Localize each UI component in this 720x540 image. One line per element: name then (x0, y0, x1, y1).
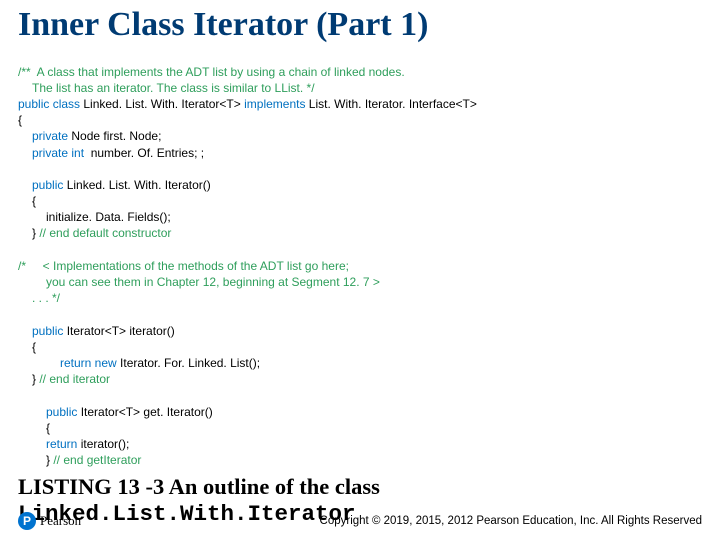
slide-title: Inner Class Iterator (Part 1) (18, 6, 702, 43)
code-text: iterator(); (77, 437, 129, 451)
code-line: public class Linked. List. With. Iterato… (18, 97, 477, 111)
comment-line: . . . */ (18, 290, 60, 306)
keyword: return new (60, 356, 117, 370)
code-text: Node first. Node; (68, 129, 161, 143)
code-text: Linked. List. With. Iterator<T> (80, 97, 244, 111)
logo-text: Pearson (40, 513, 81, 529)
code-text: Linked. List. With. Iterator() (63, 178, 210, 192)
keyword: return (46, 437, 77, 451)
comment-text: // end iterator (39, 372, 110, 386)
code-line: public Linked. List. With. Iterator() (18, 177, 211, 193)
code-line: public Iterator<T> get. Iterator() (18, 404, 213, 420)
code-line: { (18, 113, 22, 127)
keyword: implements (244, 97, 305, 111)
comment-line: /** A class that implements the ADT list… (18, 65, 405, 79)
code-line: { (18, 420, 50, 436)
comment-text: // end getIterator (53, 453, 141, 467)
comment-line: The list has an iterator. The class is s… (18, 80, 315, 96)
code-line: public Iterator<T> iterator() (18, 323, 175, 339)
code-block: /** A class that implements the ADT list… (18, 47, 702, 468)
caption-lead: LISTING 13 -3 An outline of the class (18, 474, 380, 499)
pearson-logo: P Pearson (18, 512, 81, 530)
comment-text: // end default constructor (39, 226, 171, 240)
code-line: initialize. Data. Fields(); (18, 209, 171, 225)
keyword: public (32, 324, 63, 338)
code-text: number. Of. Entries; ; (84, 146, 204, 160)
code-line: } // end default constructor (18, 225, 171, 241)
footer: P Pearson Copyright © 2019, 2015, 2012 P… (18, 512, 702, 530)
keyword: private (32, 129, 68, 143)
keyword: private int (32, 146, 84, 160)
keyword: public (46, 405, 77, 419)
comment-line: you can see them in Chapter 12, beginnin… (18, 274, 380, 290)
code-line: private Node first. Node; (18, 128, 161, 144)
slide: Inner Class Iterator (Part 1) /** A clas… (0, 0, 720, 540)
code-line: { (18, 193, 36, 209)
code-text: Iterator<T> get. Iterator() (77, 405, 212, 419)
keyword: public class (18, 97, 80, 111)
code-line: { (18, 339, 36, 355)
comment-line: /* < Implementations of the methods of t… (18, 259, 349, 273)
code-text: List. With. Iterator. Interface<T> (305, 97, 476, 111)
logo-icon: P (18, 512, 36, 530)
code-line: return new Iterator. For. Linked. List()… (18, 355, 260, 371)
copyright-text: Copyright © 2019, 2015, 2012 Pearson Edu… (81, 515, 702, 527)
code-text: Iterator. For. Linked. List(); (117, 356, 260, 370)
code-text: Iterator<T> iterator() (63, 324, 174, 338)
code-line: } // end iterator (18, 371, 110, 387)
code-line: } // end getIterator (18, 452, 141, 468)
keyword: public (32, 178, 63, 192)
code-line: private int number. Of. Entries; ; (18, 145, 204, 161)
code-line: return iterator(); (18, 436, 129, 452)
